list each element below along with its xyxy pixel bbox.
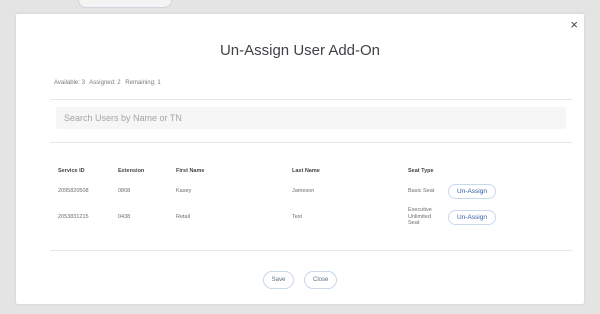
save-button[interactable]: Save xyxy=(262,271,295,289)
divider xyxy=(50,142,572,143)
search-users-input[interactable] xyxy=(64,107,554,129)
table-row: 2095820508 0808 Kasey Jameson Basic Seat… xyxy=(58,180,508,202)
table-row: 2053831215 0438 Retail Test Executive Un… xyxy=(58,202,508,232)
unassign-button[interactable]: Un-Assign xyxy=(448,183,496,199)
divider xyxy=(50,250,572,251)
cell-last-name: Jameson xyxy=(292,188,315,194)
column-header-last-name: Last Name xyxy=(292,168,320,174)
divider xyxy=(50,99,572,100)
close-button[interactable]: Close xyxy=(304,271,338,289)
modal-footer: Save Close xyxy=(16,271,584,289)
background-tab-pill xyxy=(78,0,172,8)
seat-type-line: Basic Seat xyxy=(408,187,435,194)
users-table: Service ID Extension First Name Last Nam… xyxy=(58,168,508,232)
cell-service-id: 2095820508 xyxy=(58,188,89,194)
cell-last-name: Test xyxy=(292,214,303,220)
cell-action: Un-Assign xyxy=(448,202,508,232)
modal-title: Un-Assign User Add-On xyxy=(219,42,381,59)
cell-first-name: Retail xyxy=(176,214,191,220)
seat-counts: Available: 3 Assigned: 2 Remaining: 1 xyxy=(54,80,164,86)
column-header-action xyxy=(448,168,508,180)
column-header-first-name: First Name xyxy=(176,168,205,174)
search-box xyxy=(56,107,566,129)
cell-first-name: Kasey xyxy=(176,188,192,194)
column-header-seat-type: Seat Type xyxy=(408,168,434,174)
column-header-extension: Extension xyxy=(118,168,145,174)
unassign-addon-modal: × Un-Assign User Add-On Available: 3 Ass… xyxy=(16,14,584,304)
seat-type-line: Seat xyxy=(408,220,420,227)
table-header-row: Service ID Extension First Name Last Nam… xyxy=(58,168,508,180)
close-icon[interactable]: × xyxy=(570,18,578,31)
cell-seat-type: Executive Unlimited Seat xyxy=(408,202,448,232)
cell-service-id: 2053831215 xyxy=(58,214,89,220)
unassign-button[interactable]: Un-Assign xyxy=(448,209,496,225)
cell-seat-type: Basic Seat xyxy=(408,180,448,202)
remaining-count: Remaining: 1 xyxy=(125,80,161,86)
column-header-service-id: Service ID xyxy=(58,168,85,174)
cell-extension: 0438 xyxy=(118,214,131,220)
cell-action: Un-Assign xyxy=(448,180,508,202)
cell-extension: 0808 xyxy=(118,188,131,194)
assigned-count: Assigned: 2 xyxy=(89,80,121,86)
available-count: Available: 3 xyxy=(54,80,85,86)
